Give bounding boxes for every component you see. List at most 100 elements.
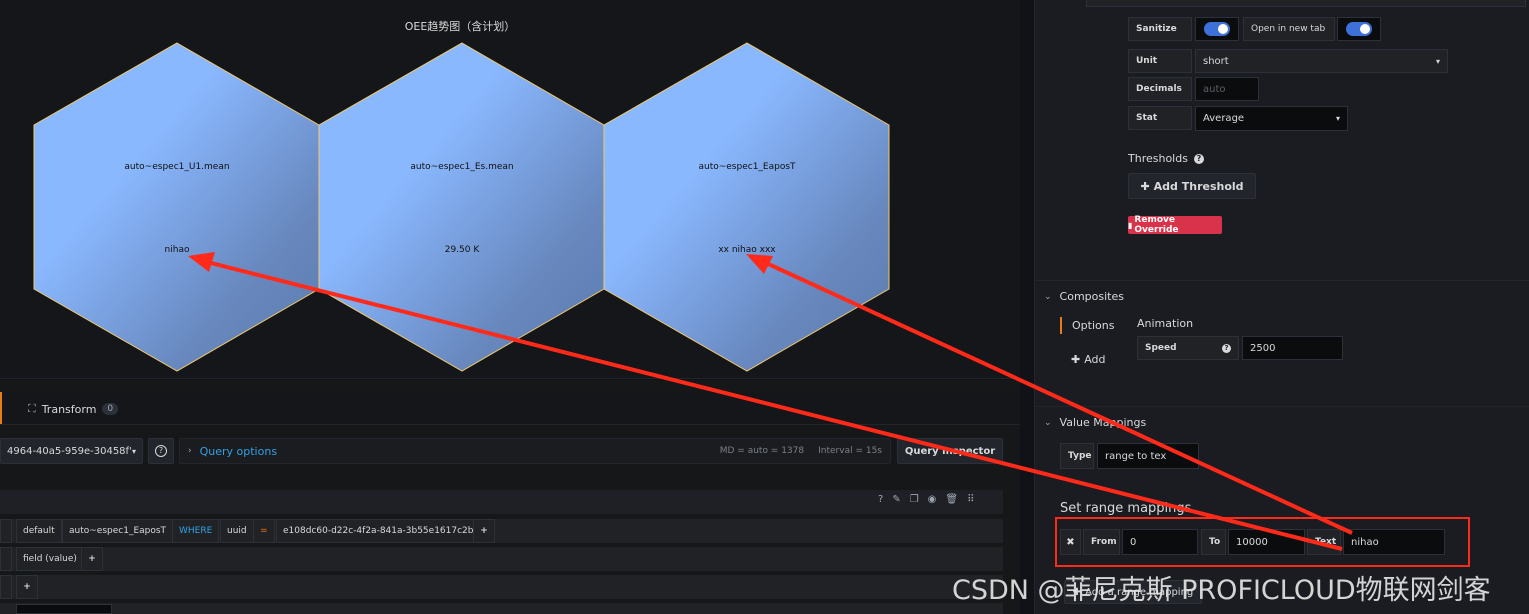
measurement-segment[interactable]: auto~espec1_EaposT — [62, 519, 174, 543]
group-row-bg — [0, 575, 1003, 599]
eye-icon[interactable]: ◉ — [928, 494, 937, 505]
question-circle-icon[interactable]: ? — [1193, 153, 1204, 164]
hexagon-2-value: 29.50 K — [444, 245, 480, 255]
pencil-icon[interactable]: ✎ — [892, 494, 900, 505]
next-row-input[interactable] — [16, 604, 112, 614]
hexagon-3-name: auto~espec1_EaposT — [698, 162, 796, 172]
hexagon-1[interactable] — [33, 42, 320, 372]
tag-key-segment[interactable]: uuid — [220, 519, 254, 543]
policy-segment[interactable]: default — [16, 519, 62, 543]
speed-label: Speed — [1145, 343, 1177, 353]
options-tab-indicator — [1060, 317, 1062, 334]
copy-icon[interactable]: ❐ — [910, 494, 919, 505]
sanitize-toggle[interactable] — [1204, 22, 1230, 36]
query-options-label: Query options — [199, 444, 278, 458]
hexagon-3[interactable] — [603, 42, 890, 372]
thresholds-header: Thresholds ? — [1128, 152, 1204, 165]
decimals-label: Decimals — [1128, 77, 1192, 101]
group-label-segment — [0, 575, 12, 599]
query-inspector-button[interactable]: Query inspector — [897, 438, 1003, 464]
operator-segment[interactable]: = — [253, 519, 275, 543]
md-text: MD = auto = 1378 — [719, 446, 805, 456]
tag-value-segment[interactable]: e108dc60-d22c-4f2a-841a-3b55e1617c2b — [276, 519, 481, 543]
drag-handle-icon[interactable]: ⠿ — [967, 494, 974, 505]
open-new-tab-toggle[interactable] — [1346, 22, 1372, 36]
hexagon-1-value: nihao — [164, 245, 190, 255]
add-threshold-button[interactable]: ✚ Add Threshold — [1128, 173, 1256, 199]
select-field-segment[interactable]: field (value) — [16, 547, 84, 571]
stat-select[interactable]: Average ▾ — [1195, 106, 1348, 131]
datasource-value: 4964-40a5-959e-30458f' — [7, 445, 132, 457]
hexagon-1-name: auto~espec1_U1.mean — [124, 162, 230, 172]
stat-label: Stat — [1128, 106, 1192, 130]
caret-down-icon: ▾ — [1335, 114, 1340, 123]
previous-section-tail — [1086, 0, 1526, 7]
annotation-highlight-box — [1055, 517, 1470, 567]
trash-icon: ▮ — [1128, 220, 1133, 230]
composites-header[interactable]: ⌄ Composites — [1044, 290, 1124, 303]
speed-input[interactable]: 2500 — [1242, 336, 1343, 360]
decimals-input[interactable]: auto — [1195, 77, 1259, 101]
query-header-row — [0, 490, 1003, 514]
animation-label: Animation — [1137, 317, 1194, 330]
composites-options-tab[interactable]: Options — [1072, 319, 1114, 332]
chevron-down-icon: ⌄ — [1044, 291, 1052, 302]
help-button[interactable]: ? — [148, 438, 174, 464]
query-options-bar[interactable]: › Query options MD = auto = 1378 Interva… — [179, 438, 891, 464]
divider — [1034, 280, 1529, 281]
hexagon-chart — [33, 42, 890, 372]
tab-transform-label: Transform — [41, 402, 97, 416]
question-circle-icon[interactable]: ? — [1222, 343, 1231, 353]
composites-title: Composites — [1059, 290, 1124, 303]
query-row-actions: ? ✎ ❐ ◉ 🗑 ⠿ — [878, 494, 974, 505]
divider — [1034, 406, 1529, 407]
chevron-down-icon: ⌄ — [1044, 417, 1052, 428]
next-row-bg — [0, 603, 1003, 614]
plus-icon: ✚ — [1140, 179, 1150, 193]
datasource-select[interactable]: 4964-40a5-959e-30458f' ▾ — [0, 438, 143, 464]
watermark-text: CSDN @菲尼克斯 PROFICLOUD物联网剑客 — [952, 575, 1491, 606]
from-label-segment — [0, 519, 12, 543]
sanitize-label: Sanitize — [1128, 17, 1192, 41]
type-label: Type — [1060, 443, 1094, 469]
sanitize-toggle-wrap — [1195, 17, 1239, 41]
decimals-placeholder: auto — [1203, 83, 1226, 95]
thresholds-label: Thresholds — [1128, 152, 1188, 165]
chevron-down-icon: ▾ — [131, 446, 136, 456]
where-keyword: WHERE — [172, 519, 220, 543]
unit-select[interactable]: short ▾ — [1195, 49, 1448, 73]
editor-tabbar — [0, 392, 1020, 425]
select-label-segment — [0, 547, 12, 571]
caret-down-icon: ▾ — [1435, 56, 1440, 66]
hexagon-3-value: xx nihao xxx — [718, 245, 776, 255]
transform-count-badge: 0 — [102, 403, 119, 415]
composites-add-button[interactable]: ✚ Add — [1071, 353, 1106, 366]
hexagon-2[interactable] — [318, 42, 605, 372]
active-tab-indicator — [0, 392, 2, 424]
hexagon-2-name: auto~espec1_Es.mean — [410, 162, 514, 172]
tab-transform[interactable]: ⛶ Transform 0 — [28, 402, 119, 416]
open-new-tab-toggle-wrap — [1337, 17, 1381, 41]
add-select-button[interactable]: + — [81, 547, 103, 571]
unit-label: Unit — [1128, 49, 1192, 73]
remove-override-label: Remove Override — [1134, 215, 1179, 235]
plus-icon: ✚ — [1071, 353, 1081, 366]
unit-value: short — [1203, 55, 1229, 67]
stat-value: Average — [1203, 113, 1245, 124]
set-range-title: Set range mappings — [1060, 501, 1192, 516]
composites-add-label: Add — [1084, 353, 1106, 366]
add-threshold-label: Add Threshold — [1153, 179, 1244, 193]
interval-text: Interval = 15s — [818, 446, 882, 456]
question-circle-icon: ? — [155, 445, 167, 457]
trash-icon[interactable]: 🗑 — [945, 494, 958, 505]
value-mappings-header[interactable]: ⌄ Value Mappings — [1044, 416, 1146, 429]
remove-override-button[interactable]: ▮ Remove Override — [1128, 215, 1222, 235]
help-icon[interactable]: ? — [878, 494, 883, 505]
type-select[interactable]: range to tex — [1097, 443, 1199, 469]
add-group-button[interactable]: + — [16, 575, 38, 599]
open-new-tab-label: Open in new tab — [1243, 17, 1335, 41]
add-where-button[interactable]: + — [473, 519, 495, 543]
value-mappings-title: Value Mappings — [1059, 416, 1147, 429]
select-row-bg — [0, 547, 1003, 571]
speed-label-wrap: Speed ? — [1137, 336, 1239, 360]
